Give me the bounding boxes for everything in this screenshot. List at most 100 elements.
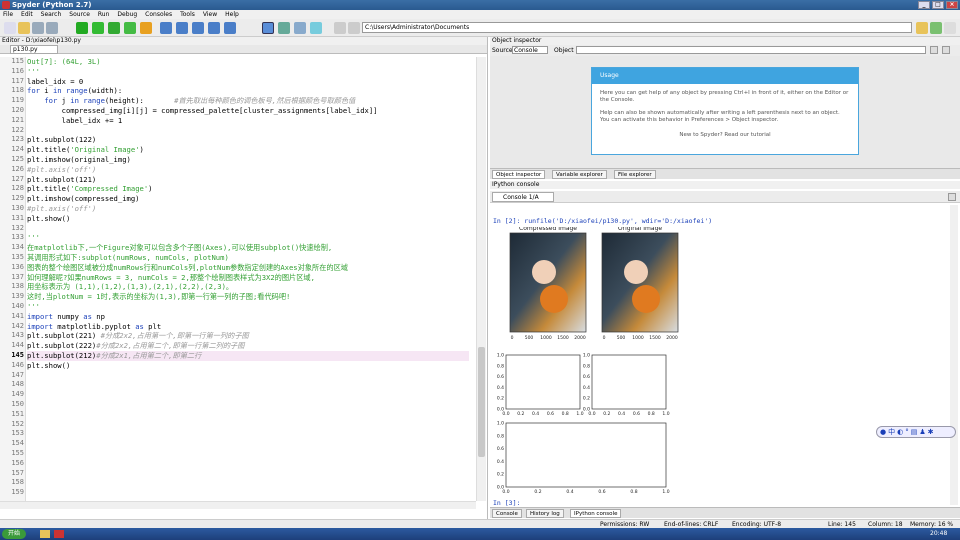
python-path-icon[interactable] <box>294 22 306 34</box>
menu-item-source[interactable]: Source <box>69 10 90 19</box>
code-line[interactable]: ''' <box>27 302 40 312</box>
menu-item-tools[interactable]: Tools <box>180 10 195 19</box>
maximize-pane-icon[interactable] <box>262 22 274 34</box>
ime-punct-icon[interactable]: ° <box>905 428 909 436</box>
save-all-icon[interactable] <box>46 22 58 34</box>
menu-item-search[interactable]: Search <box>41 10 62 19</box>
menu-item-consoles[interactable]: Consoles <box>145 10 172 19</box>
code-line[interactable]: plt.imshow(compressed_img) <box>27 194 140 204</box>
stop-debug-icon[interactable] <box>224 22 236 34</box>
object-input[interactable] <box>576 46 926 54</box>
step-return-icon[interactable] <box>192 22 204 34</box>
tab-file-explorer[interactable]: File explorer <box>614 170 656 179</box>
back-arrow-icon[interactable] <box>334 22 346 34</box>
preferences-icon[interactable] <box>278 22 290 34</box>
ime-moon-icon[interactable]: ◐ <box>897 428 903 436</box>
code-line[interactable]: plt.subplot(212)#分成2x1,占用第二个,即第二行 <box>27 351 469 361</box>
code-line[interactable]: for j in range(height): #首先取出每种颜色的调色板号,然… <box>27 96 355 106</box>
editor-vertical-scrollbar[interactable] <box>476 57 486 501</box>
code-line[interactable]: 在matplotlib下,一个Figure对象可以包含多个子图(Axes),可以… <box>27 243 332 253</box>
code-line[interactable]: import numpy as np <box>27 312 105 322</box>
code-line[interactable]: label_idx += 1 <box>27 116 123 126</box>
menu-item-view[interactable]: View <box>203 10 217 19</box>
code-line[interactable]: plt.subplot(121) <box>27 175 96 185</box>
ime-keyboard-icon[interactable]: ▤ <box>911 428 918 436</box>
tab-ipython-console[interactable]: IPython console <box>570 509 622 518</box>
code-line[interactable]: 如何理解呢?如果numRows = 3, numCols = 2,那整个绘制图表… <box>27 273 315 283</box>
menu-item-file[interactable]: File <box>3 10 13 19</box>
code-line[interactable]: for i in range(width): <box>27 86 122 96</box>
step-icon[interactable] <box>160 22 172 34</box>
tab-history-log[interactable]: History log <box>526 509 564 518</box>
code-line[interactable]: import matplotlib.pyplot as plt <box>27 322 161 332</box>
start-button[interactable]: 开始 <box>2 529 27 539</box>
debug-icon[interactable] <box>140 22 152 34</box>
ime-toolbar[interactable]: ● 中 ◐ ° ▤ ♟ ✱ <box>876 426 956 438</box>
taskbar-explorer-icon[interactable] <box>40 530 50 538</box>
ime-settings-icon[interactable]: ✱ <box>928 428 934 436</box>
pythonpath-manager-icon[interactable] <box>310 22 322 34</box>
code-line[interactable]: #plt.axis('off') <box>27 204 96 214</box>
code-line[interactable]: plt.title('Compressed Image') <box>27 184 153 194</box>
line-number: 122 <box>11 125 24 134</box>
code-line[interactable]: plt.subplot(221) #分成2x2,占用第一个,即第一行第一列的子图 <box>27 331 249 341</box>
options-icon[interactable] <box>942 46 950 54</box>
usage-text-3[interactable]: New to Spyder? Read our tutorial <box>592 132 858 139</box>
code-line[interactable]: plt.title('Original Image') <box>27 145 144 155</box>
code-line[interactable]: 这时,当plotNum = 1时,表示的坐标为(1,3),即第一行第一列的子图;… <box>27 292 290 302</box>
editor-tab-p130[interactable]: p130.py <box>10 45 58 54</box>
code-line[interactable]: ''' <box>27 67 40 77</box>
lock-icon[interactable] <box>930 46 938 54</box>
console-scrollbar[interactable] <box>950 205 958 505</box>
code-line[interactable]: plt.subplot(222)#分成2x2,占用第二个,即第一行第二列的子图 <box>27 341 244 351</box>
ime-person-icon[interactable]: ♟ <box>919 428 925 436</box>
code-line[interactable]: compressed_img[i][j] = compressed_palett… <box>27 106 378 116</box>
step-into-icon[interactable] <box>176 22 188 34</box>
menu-item-debug[interactable]: Debug <box>117 10 137 19</box>
menu-item-run[interactable]: Run <box>98 10 110 19</box>
run-cell-icon[interactable] <box>108 22 120 34</box>
code-line[interactable]: 图表的整个绘图区域被分成numRows行和numCols列,plotNum参数指… <box>27 263 348 273</box>
line-number: 115 <box>11 57 24 65</box>
forward-arrow-icon[interactable] <box>348 22 360 34</box>
menu-item-edit[interactable]: Edit <box>21 10 33 19</box>
taskbar-spyder-icon[interactable] <box>54 530 64 538</box>
run-cell-advance-icon[interactable] <box>124 22 136 34</box>
minimize-button[interactable]: _ <box>918 1 930 9</box>
menu-item-help[interactable]: Help <box>225 10 239 19</box>
editor-horizontal-scrollbar[interactable] <box>0 501 476 509</box>
code-line[interactable]: #plt.axis('off') <box>27 165 96 175</box>
code-line[interactable]: 其调用形式如下:subplot(numRows, numCols, plotNu… <box>27 253 229 263</box>
maximize-button[interactable]: □ <box>932 1 944 9</box>
tab-object-inspector[interactable]: Object inspector <box>492 170 546 179</box>
tab-console[interactable]: Console <box>492 509 522 518</box>
continue-icon[interactable] <box>208 22 220 34</box>
open-file-icon[interactable] <box>18 22 30 34</box>
run-selection-icon[interactable] <box>92 22 104 34</box>
tab-variable-explorer[interactable]: Variable explorer <box>552 170 607 179</box>
toolbar-extra-icon[interactable] <box>944 22 956 34</box>
new-file-icon[interactable] <box>4 22 16 34</box>
editor-scroll-thumb[interactable] <box>478 347 485 457</box>
browse-folder-icon[interactable] <box>916 22 928 34</box>
console-tab[interactable]: Console 1/A <box>492 192 554 202</box>
code-line[interactable]: ''' <box>27 233 40 243</box>
line-number: 140 <box>11 302 24 310</box>
run-icon[interactable] <box>76 22 88 34</box>
code-line[interactable]: 用坐标表示为 (1,1),(1,2),(1,3),(2,1),(2,2),(2,… <box>27 282 233 292</box>
source-select[interactable]: Console <box>512 46 548 54</box>
save-icon[interactable] <box>32 22 44 34</box>
console-options-icon[interactable] <box>948 193 956 201</box>
code-line[interactable]: Out[7]: (64L, 3L) <box>27 57 101 67</box>
code-line[interactable]: label_idx = 0 <box>27 77 83 87</box>
code-line[interactable]: plt.show() <box>27 214 70 224</box>
close-button[interactable]: × <box>946 1 958 9</box>
code-line[interactable]: plt.imshow(original_img) <box>27 155 131 165</box>
code-line[interactable]: plt.show() <box>27 361 70 371</box>
code-line[interactable]: plt.subplot(122) <box>27 135 96 145</box>
code-area[interactable]: Out[7]: (64L, 3L) ''' label_idx = 0 for i i… <box>26 57 470 501</box>
ime-chinese-icon[interactable]: 中 <box>888 428 895 436</box>
set-directory-icon[interactable] <box>930 22 942 34</box>
working-directory-input[interactable]: C:\Users\Administrator\Documents <box>362 22 912 33</box>
console-prompt[interactable]: In [3]: <box>493 499 520 507</box>
